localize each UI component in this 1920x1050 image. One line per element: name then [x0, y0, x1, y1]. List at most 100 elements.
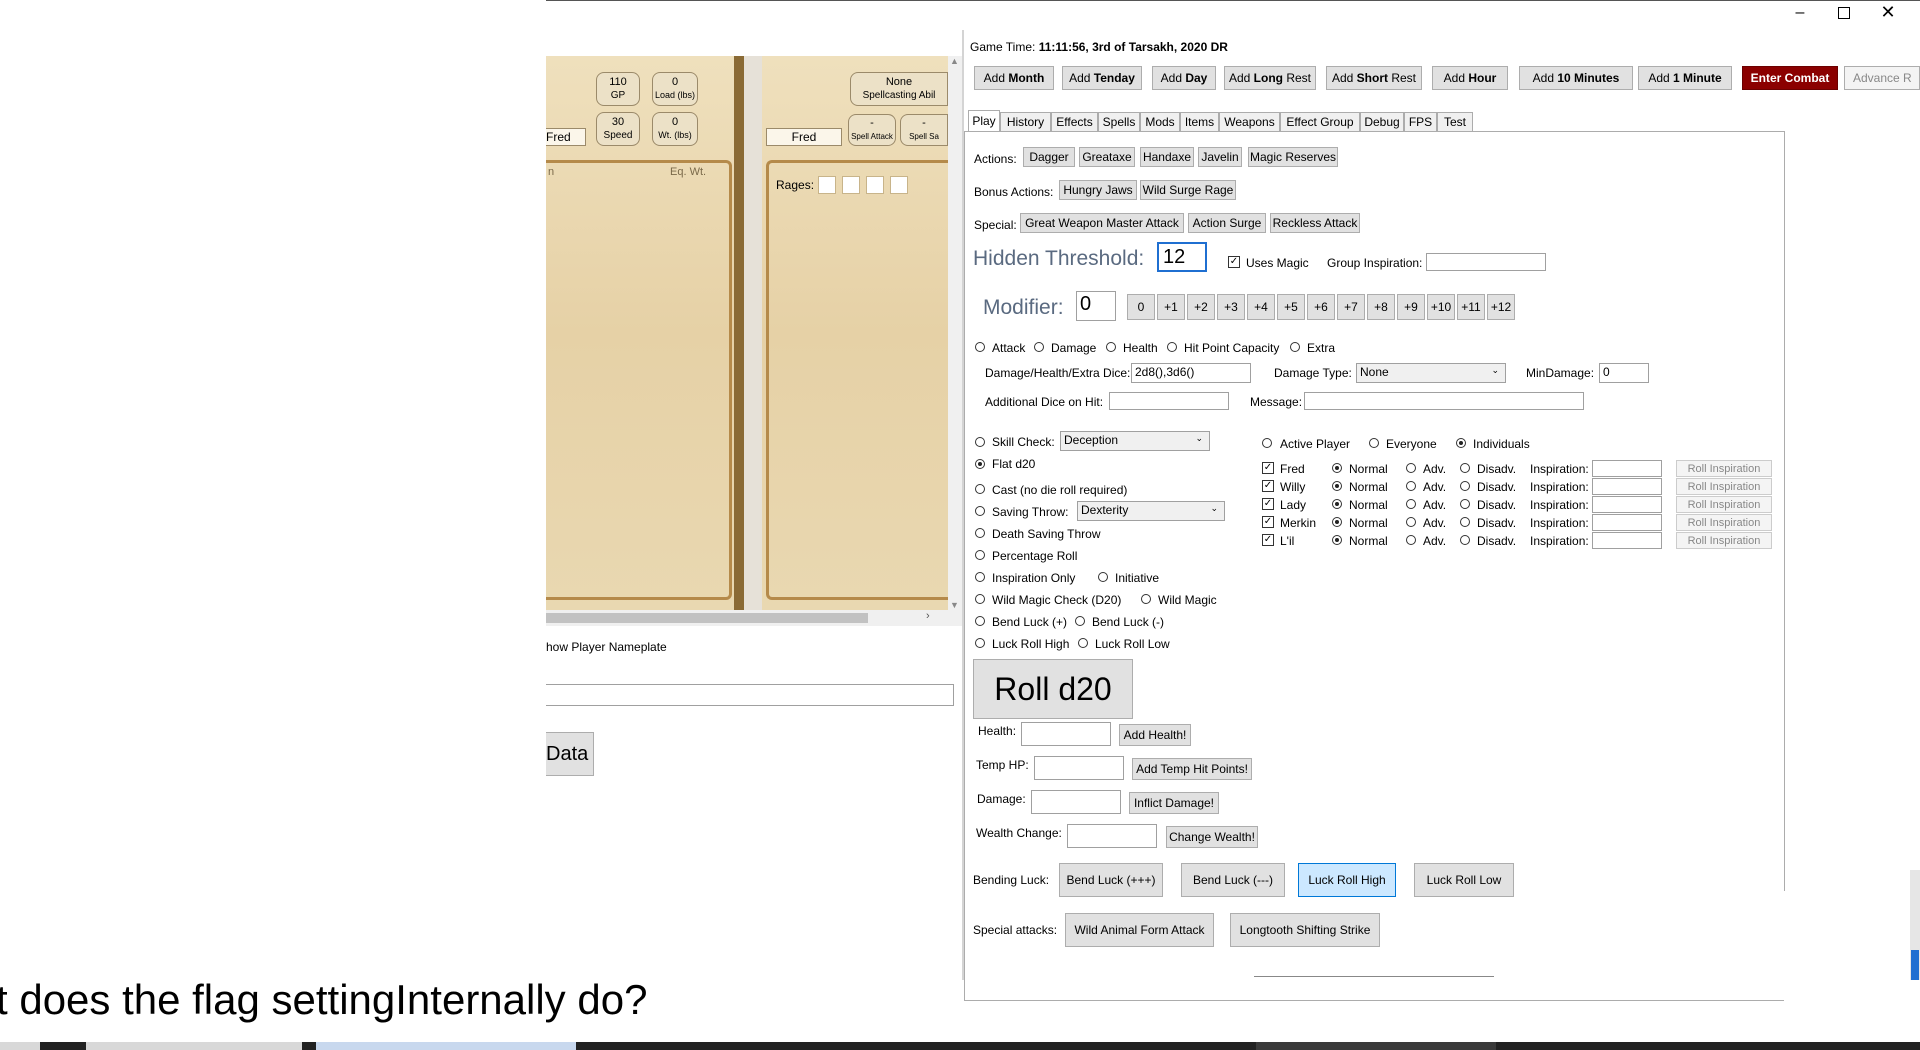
inflict-damage-button[interactable]: Inflict Damage!	[1129, 792, 1219, 814]
rage-box[interactable]	[818, 176, 836, 194]
roll-inspiration-button[interactable]: Roll Inspiration	[1676, 478, 1772, 495]
saving-throw-select[interactable]: Dexterity ⌄	[1077, 501, 1225, 521]
advance-round-button[interactable]: Advance R	[1844, 66, 1920, 90]
modifier-button[interactable]: +5	[1277, 294, 1305, 320]
modifier-button[interactable]: +4	[1247, 294, 1275, 320]
inspiration-input[interactable]	[1592, 514, 1662, 531]
special-reckless-attack-button[interactable]: Reckless Attack	[1270, 213, 1360, 233]
add-hour-button[interactable]: Add Hour	[1432, 66, 1508, 90]
skill-check-radio[interactable]	[975, 437, 985, 447]
action-handaxe-button[interactable]: Handaxe	[1140, 147, 1194, 167]
tab-mods[interactable]: Mods	[1140, 112, 1180, 132]
maximize-icon[interactable]	[1832, 6, 1856, 26]
roll-inspiration-button[interactable]: Roll Inspiration	[1676, 460, 1772, 477]
tab-spells[interactable]: Spells	[1098, 112, 1140, 132]
wild-magic-radio[interactable]	[1141, 594, 1151, 604]
flat-d20-radio[interactable]	[975, 459, 985, 469]
hit-point-capacity-radio[interactable]	[1167, 342, 1177, 352]
individuals-radio[interactable]	[1456, 438, 1466, 448]
rage-box[interactable]	[866, 176, 884, 194]
modifier-button[interactable]: +2	[1187, 294, 1215, 320]
attack-radio[interactable]	[975, 342, 985, 352]
modifier-button[interactable]: +11	[1457, 294, 1485, 320]
player-checkbox[interactable]: ✓	[1262, 498, 1274, 510]
group-inspiration-input[interactable]	[1426, 253, 1546, 271]
cast-radio[interactable]	[975, 484, 985, 494]
tab-effects[interactable]: Effects	[1051, 112, 1098, 132]
show-nameplate-label[interactable]: how Player Nameplate	[546, 640, 667, 654]
add-long-button[interactable]: Add Long Rest	[1224, 66, 1316, 90]
modifier-button[interactable]: +10	[1427, 294, 1455, 320]
action-javelin-button[interactable]: Javelin	[1198, 147, 1242, 167]
modifier-button[interactable]: +1	[1157, 294, 1185, 320]
roll-inspiration-button[interactable]: Roll Inspiration	[1676, 496, 1772, 513]
modifier-button[interactable]: +6	[1307, 294, 1335, 320]
tab-history[interactable]: History	[1000, 112, 1051, 132]
luck-roll-low-radio[interactable]	[1078, 638, 1088, 648]
wild-magic-check-radio[interactable]	[975, 594, 985, 604]
initiative-radio[interactable]	[1098, 572, 1108, 582]
message-input[interactable]	[1304, 392, 1584, 410]
tab-debug[interactable]: Debug	[1360, 112, 1404, 132]
bend-luck-plus-button[interactable]: Bend Luck (+++)	[1059, 863, 1163, 897]
longtooth-strike-button[interactable]: Longtooth Shifting Strike	[1230, 913, 1380, 947]
change-wealth-button[interactable]: Change Wealth!	[1166, 826, 1258, 848]
add-health-button[interactable]: Add Health!	[1119, 724, 1191, 746]
modifier-button[interactable]: +9	[1397, 294, 1425, 320]
bonus-hungry-jaws-button[interactable]: Hungry Jaws	[1059, 180, 1137, 200]
tab-play[interactable]: Play	[968, 110, 1000, 132]
extra-radio[interactable]	[1290, 342, 1300, 352]
disadv-radio[interactable]	[1460, 517, 1470, 527]
player-checkbox[interactable]: ✓	[1262, 462, 1274, 474]
add-day-button[interactable]: Add Day	[1152, 66, 1216, 90]
tab-fps[interactable]: FPS	[1404, 112, 1437, 132]
normal-radio[interactable]	[1332, 535, 1342, 545]
damage-input[interactable]	[1031, 790, 1121, 814]
vertical-scrollbar[interactable]: ▲ ▼	[948, 56, 962, 610]
adv-radio[interactable]	[1406, 463, 1416, 473]
normal-radio[interactable]	[1332, 481, 1342, 491]
health-input[interactable]	[1021, 722, 1111, 746]
uses-magic-checkbox[interactable]: ✓	[1228, 256, 1240, 268]
tab-items[interactable]: Items	[1180, 112, 1219, 132]
inspiration-only-radio[interactable]	[975, 572, 985, 582]
adv-radio[interactable]	[1406, 499, 1416, 509]
data-button[interactable]: Data	[546, 732, 594, 776]
add-short-button[interactable]: Add Short Rest	[1326, 66, 1422, 90]
modifier-button[interactable]: +7	[1337, 294, 1365, 320]
disadv-radio[interactable]	[1460, 481, 1470, 491]
adv-radio[interactable]	[1406, 517, 1416, 527]
inspiration-input[interactable]	[1592, 460, 1662, 477]
temp-hp-input[interactable]	[1034, 756, 1124, 780]
right-edge-scroll[interactable]	[1910, 870, 1920, 980]
disadv-radio[interactable]	[1460, 535, 1470, 545]
everyone-radio[interactable]	[1369, 438, 1379, 448]
active-player-radio[interactable]	[1262, 438, 1272, 448]
normal-radio[interactable]	[1332, 517, 1342, 527]
luck-roll-high-radio[interactable]	[975, 638, 985, 648]
left-text-input[interactable]	[546, 684, 954, 706]
tab-test[interactable]: Test	[1437, 112, 1473, 132]
bend-luck-plus-radio[interactable]	[975, 616, 985, 626]
minimize-icon[interactable]: –	[1788, 4, 1812, 24]
add-temp-hp-button[interactable]: Add Temp Hit Points!	[1132, 758, 1252, 780]
tab-weapons[interactable]: Weapons	[1219, 112, 1280, 132]
modifier-input[interactable]: 0	[1076, 291, 1116, 321]
health-radio[interactable]	[1106, 342, 1116, 352]
wealth-change-input[interactable]	[1067, 824, 1157, 848]
death-saving-radio[interactable]	[975, 528, 985, 538]
wild-animal-form-button[interactable]: Wild Animal Form Attack	[1065, 913, 1214, 947]
additional-dice-input[interactable]	[1109, 392, 1229, 410]
bonus-wild-surge-rage-button[interactable]: Wild Surge Rage	[1140, 180, 1236, 200]
adv-radio[interactable]	[1406, 481, 1416, 491]
action-magic-reserves-button[interactable]: Magic Reserves	[1248, 147, 1338, 167]
saving-throw-radio[interactable]	[975, 506, 985, 516]
luck-roll-high-button[interactable]: Luck Roll High	[1298, 863, 1396, 897]
enter-combat-button[interactable]: Enter Combat	[1742, 66, 1838, 90]
rage-box[interactable]	[842, 176, 860, 194]
inspiration-input[interactable]	[1592, 478, 1662, 495]
tab-effect-group[interactable]: Effect Group	[1280, 112, 1360, 132]
add-month-button[interactable]: Add Month	[974, 66, 1054, 90]
modifier-button[interactable]: +3	[1217, 294, 1245, 320]
close-icon[interactable]: ✕	[1876, 2, 1900, 24]
